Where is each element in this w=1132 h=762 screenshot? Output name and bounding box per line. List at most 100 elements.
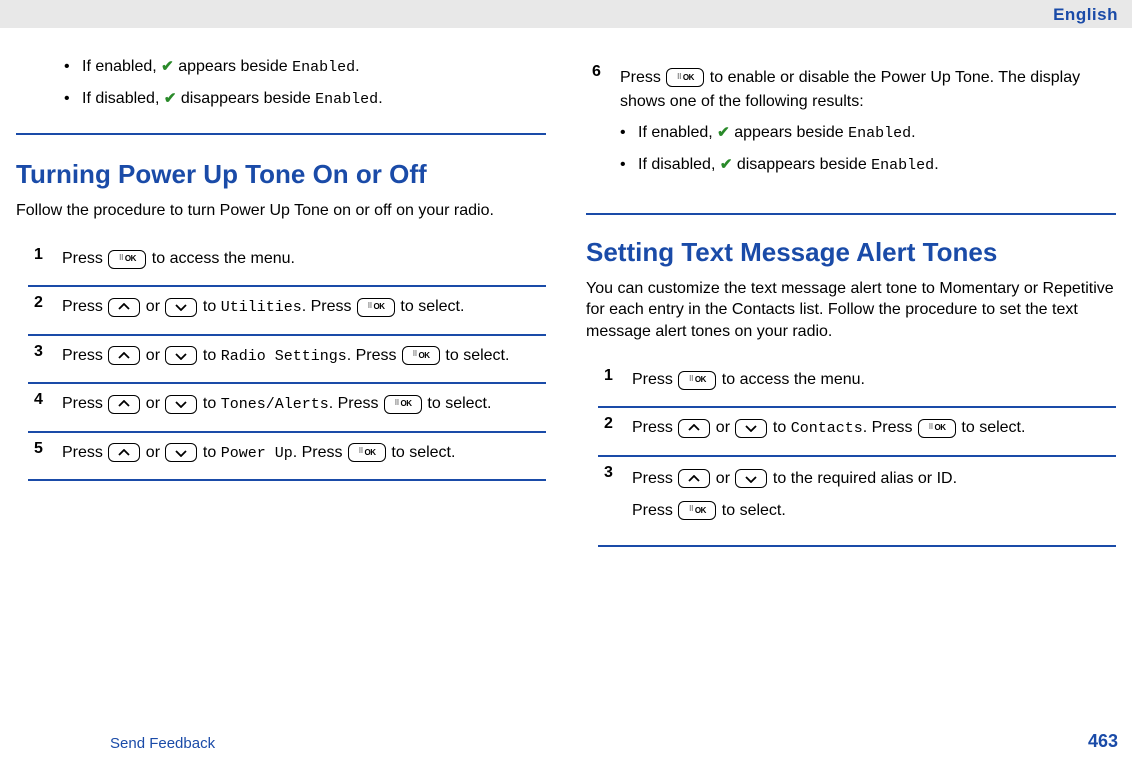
code-text: Radio Settings bbox=[221, 348, 347, 365]
up-button-icon bbox=[678, 419, 710, 438]
code-text: Utilities bbox=[221, 299, 302, 316]
step-4: Press or to Tones/Alerts. Press ⠿OK to s… bbox=[28, 384, 546, 433]
check-icon: ✔ bbox=[164, 89, 177, 109]
text: Press bbox=[62, 444, 107, 461]
step-6: Press ⠿OK to enable or disable the Power… bbox=[586, 56, 1116, 215]
text: . Press bbox=[293, 444, 347, 461]
footer: Send Feedback 463 bbox=[0, 728, 1132, 758]
text: to access the menu. bbox=[717, 371, 865, 388]
code-text: Enabled bbox=[315, 91, 378, 108]
up-button-icon bbox=[108, 346, 140, 365]
code-text: Tones/Alerts bbox=[221, 396, 329, 413]
text: to bbox=[198, 395, 220, 412]
text: If enabled, bbox=[82, 58, 161, 75]
code-text: Enabled bbox=[871, 157, 934, 174]
text: to select. bbox=[441, 347, 509, 364]
up-button-icon bbox=[678, 469, 710, 488]
page-number: 463 bbox=[1088, 731, 1118, 752]
list-item: If disabled, ✔ disappears beside Enabled… bbox=[64, 88, 546, 110]
code-text: Contacts bbox=[791, 420, 863, 437]
text: or bbox=[141, 347, 164, 364]
text: . bbox=[378, 90, 382, 107]
down-button-icon bbox=[165, 346, 197, 365]
text: disappears beside bbox=[732, 156, 871, 173]
up-button-icon bbox=[108, 298, 140, 317]
check-icon: ✔ bbox=[161, 57, 174, 77]
result-bullets: If enabled, ✔ appears beside Enabled. If… bbox=[620, 122, 1116, 177]
text: disappears beside bbox=[176, 90, 315, 107]
text: Press bbox=[620, 69, 665, 86]
text: Press bbox=[632, 371, 677, 388]
text: to select. bbox=[387, 444, 455, 461]
text: to bbox=[768, 419, 790, 436]
text: Press bbox=[632, 502, 677, 519]
step-3: Press or to the required alias or ID. Pr… bbox=[598, 457, 1116, 547]
language-label: English bbox=[1053, 5, 1118, 25]
ok-button-icon: ⠿OK bbox=[666, 68, 704, 87]
text: appears beside bbox=[174, 58, 292, 75]
left-column: If enabled, ✔ appears beside Enabled. If… bbox=[16, 56, 546, 547]
send-feedback-link[interactable]: Send Feedback bbox=[110, 735, 215, 752]
text: or bbox=[141, 395, 164, 412]
text: Press bbox=[62, 298, 107, 315]
ok-button-icon: ⠿OK bbox=[918, 419, 956, 438]
text: to bbox=[198, 347, 220, 364]
ok-button-icon: ⠿OK bbox=[384, 395, 422, 414]
text: . Press bbox=[329, 395, 383, 412]
text: to select. bbox=[717, 502, 785, 519]
check-icon: ✔ bbox=[720, 155, 733, 175]
prev-section-bullets: If enabled, ✔ appears beside Enabled. If… bbox=[16, 56, 546, 111]
step-1: Press ⠿OK to access the menu. bbox=[598, 360, 1116, 408]
text: to select. bbox=[423, 395, 491, 412]
text: Press bbox=[62, 395, 107, 412]
code-text: Enabled bbox=[848, 125, 911, 142]
right-column: Press ⠿OK to enable or disable the Power… bbox=[586, 56, 1116, 547]
code-text: Power Up bbox=[221, 445, 293, 462]
text: appears beside bbox=[730, 124, 848, 141]
text: . bbox=[934, 156, 938, 173]
text: Press bbox=[632, 470, 677, 487]
text: . Press bbox=[347, 347, 401, 364]
text: If enabled, bbox=[638, 124, 717, 141]
down-button-icon bbox=[735, 419, 767, 438]
text: If disabled, bbox=[82, 90, 164, 107]
list-item: If enabled, ✔ appears beside Enabled. bbox=[620, 122, 1116, 144]
down-button-icon bbox=[165, 298, 197, 317]
text: . bbox=[911, 124, 915, 141]
check-icon: ✔ bbox=[717, 123, 730, 143]
list-item: If enabled, ✔ appears beside Enabled. bbox=[64, 56, 546, 78]
text: or bbox=[141, 444, 164, 461]
list-item: If disabled, ✔ disappears beside Enabled… bbox=[620, 154, 1116, 176]
step-1: Press ⠿OK to access the menu. bbox=[28, 239, 546, 287]
text: Press bbox=[62, 347, 107, 364]
code-text: Enabled bbox=[292, 59, 355, 76]
section-heading-power-up: Turning Power Up Tone On or Off bbox=[16, 159, 546, 190]
text: Press bbox=[62, 250, 107, 267]
text: . bbox=[355, 58, 359, 75]
step-3: Press or to Radio Settings. Press ⠿OK to… bbox=[28, 336, 546, 385]
step-2: Press or to Utilities. Press ⠿OK to sele… bbox=[28, 287, 546, 336]
ok-button-icon: ⠿OK bbox=[108, 250, 146, 269]
down-button-icon bbox=[165, 395, 197, 414]
ok-button-icon: ⠿OK bbox=[678, 501, 716, 520]
text: Press bbox=[632, 419, 677, 436]
steps-list-cont: Press ⠿OK to enable or disable the Power… bbox=[586, 56, 1116, 215]
text: to select. bbox=[396, 298, 464, 315]
ok-button-icon: ⠿OK bbox=[402, 346, 440, 365]
ok-button-icon: ⠿OK bbox=[357, 298, 395, 317]
text: . Press bbox=[302, 298, 356, 315]
steps-list-2: Press ⠿OK to access the menu. Press or t… bbox=[598, 360, 1116, 547]
page-content: If enabled, ✔ appears beside Enabled. If… bbox=[0, 28, 1132, 547]
text: . Press bbox=[863, 419, 917, 436]
section-intro: You can customize the text message alert… bbox=[586, 278, 1116, 343]
up-button-icon bbox=[108, 395, 140, 414]
text: to select. bbox=[957, 419, 1025, 436]
text: to access the menu. bbox=[147, 250, 295, 267]
section-divider bbox=[16, 133, 546, 135]
text: or bbox=[711, 419, 734, 436]
down-button-icon bbox=[165, 443, 197, 462]
section-heading-alert-tones: Setting Text Message Alert Tones bbox=[586, 237, 1116, 268]
step-5: Press or to Power Up. Press ⠿OK to selec… bbox=[28, 433, 546, 482]
text: If disabled, bbox=[638, 156, 720, 173]
ok-button-icon: ⠿OK bbox=[678, 371, 716, 390]
